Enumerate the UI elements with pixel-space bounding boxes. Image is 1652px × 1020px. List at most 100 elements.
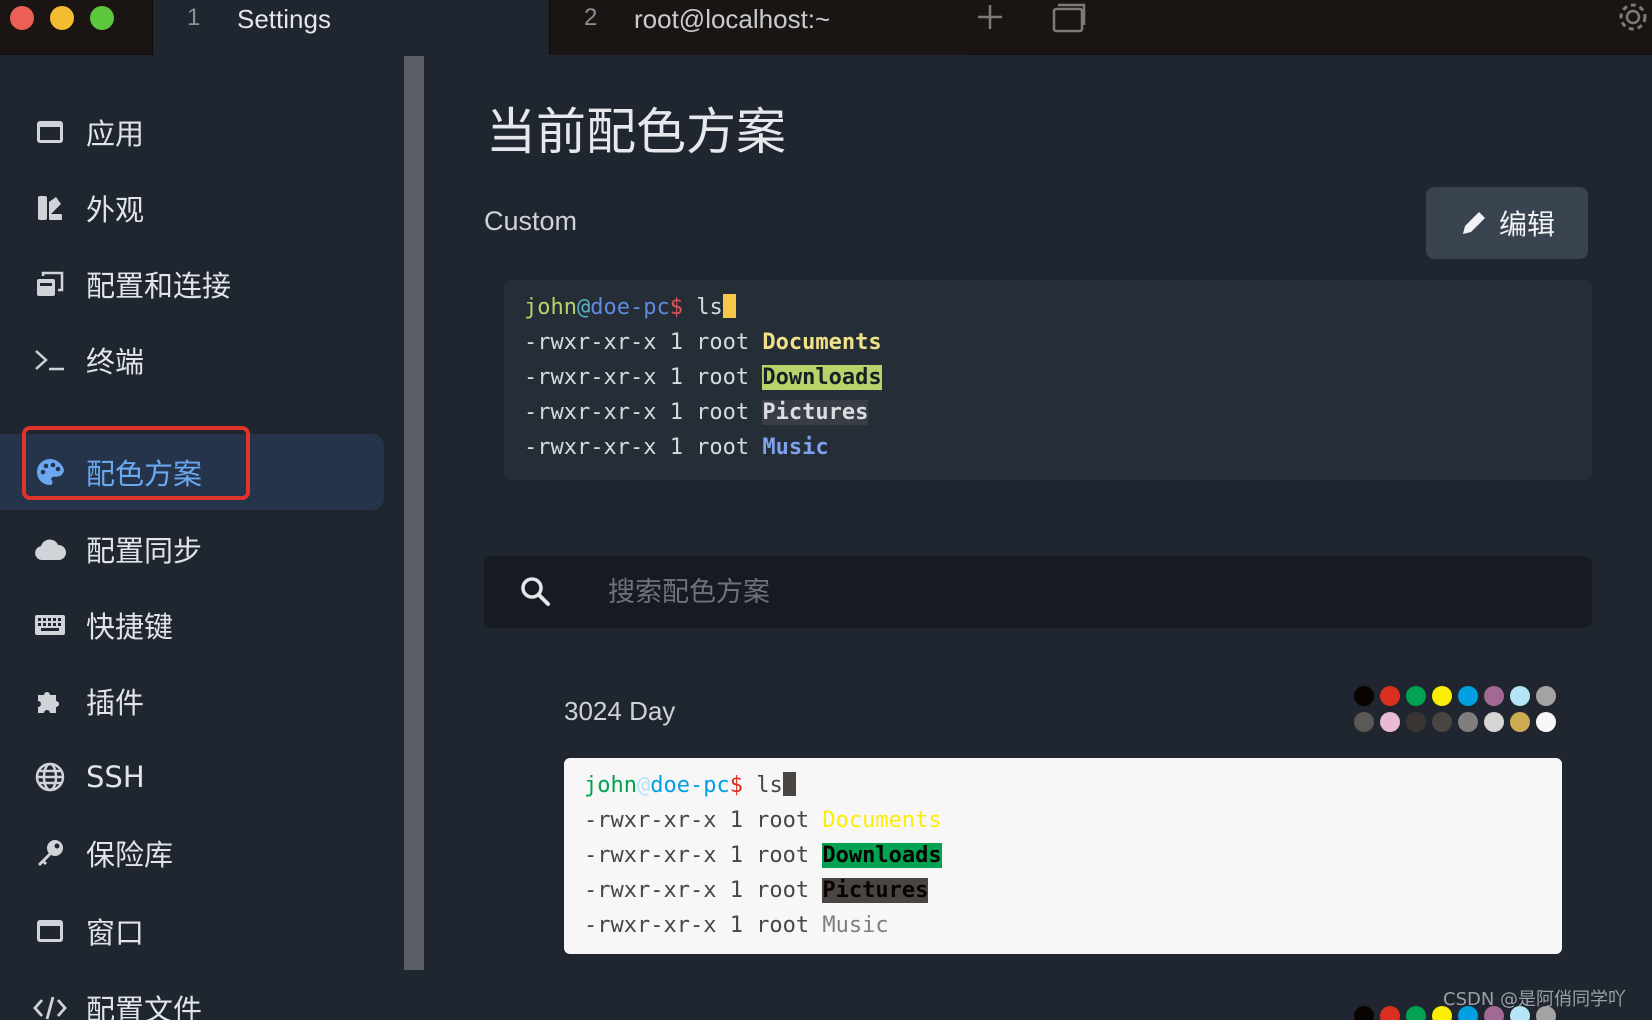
color-swatch bbox=[1354, 1006, 1374, 1020]
color-swatch bbox=[1484, 686, 1504, 706]
file-name: Music bbox=[822, 913, 889, 938]
scheme-search-bar bbox=[484, 556, 1592, 628]
tab-number: 1 bbox=[187, 4, 201, 31]
prompt-line: john@doe-pc$ ls bbox=[584, 768, 1542, 803]
color-swatch bbox=[1458, 712, 1478, 732]
current-scheme-name: Custom bbox=[484, 206, 578, 236]
keyboard-icon bbox=[32, 607, 68, 643]
sidebar-item-config-file[interactable]: 配置文件 bbox=[0, 970, 384, 1020]
prompt-user: john bbox=[524, 295, 577, 320]
close-window-button[interactable] bbox=[10, 6, 34, 30]
color-swatch bbox=[1380, 1006, 1400, 1020]
ls-line: -rwxr-xr-x 1 root Downloads bbox=[584, 838, 1542, 873]
pencil-icon bbox=[1462, 212, 1485, 234]
code-icon bbox=[32, 990, 68, 1020]
file-name: Downloads bbox=[822, 843, 942, 868]
window-icon bbox=[32, 114, 68, 150]
ls-line: -rwxr-xr-x 1 root Music bbox=[524, 430, 1572, 465]
prompt-dollar: $ bbox=[729, 773, 743, 798]
prompt-user: john bbox=[584, 773, 637, 798]
color-swatch bbox=[1458, 686, 1478, 706]
sidebar-item-vault[interactable]: 保险库 bbox=[0, 815, 384, 891]
file-perm: -rwxr-xr-x 1 root bbox=[584, 843, 823, 868]
file-name: Documents bbox=[762, 330, 882, 355]
key-icon bbox=[32, 835, 68, 871]
color-swatch bbox=[1406, 712, 1426, 732]
color-swatch bbox=[1432, 712, 1452, 732]
sidebar-item-label: SSH bbox=[86, 760, 145, 794]
prompt-host: doe-pc bbox=[590, 295, 670, 320]
watermark: CSDN @是阿俏同学吖 bbox=[1443, 989, 1627, 1010]
search-input[interactable] bbox=[608, 556, 1568, 628]
prompt-dollar: $ bbox=[669, 295, 683, 320]
sidebar-item-window[interactable]: 窗口 bbox=[0, 893, 384, 969]
sidebar-item-ssh[interactable]: SSH bbox=[0, 739, 384, 815]
sidebar-item-label: 插件 bbox=[86, 686, 145, 720]
color-swatch bbox=[1536, 712, 1556, 732]
sidebar-item-profiles[interactable]: 配置和连接 bbox=[0, 246, 384, 322]
color-swatch bbox=[1380, 686, 1400, 706]
tab-settings[interactable]: 1 Settings bbox=[152, 0, 550, 55]
sidebar-item-label: 配置和连接 bbox=[86, 269, 232, 303]
tab-label: root@localhost:~ bbox=[634, 4, 831, 34]
file-perm: -rwxr-xr-x 1 root bbox=[584, 913, 823, 938]
sidebar-item-application[interactable]: 应用 bbox=[0, 94, 384, 170]
cursor bbox=[722, 294, 736, 318]
sidebar-item-appearance[interactable]: 外观 bbox=[0, 170, 384, 246]
sidebar-item-label: 配置文件 bbox=[86, 993, 203, 1020]
windows-icon[interactable] bbox=[1052, 3, 1086, 39]
file-perm: -rwxr-xr-x 1 root bbox=[584, 808, 823, 833]
ls-line: -rwxr-xr-x 1 root Music bbox=[584, 908, 1542, 943]
new-tab-plus-icon[interactable] bbox=[975, 2, 1005, 38]
color-swatch bbox=[1406, 1006, 1426, 1020]
sidebar-item-hotkeys[interactable]: 快捷键 bbox=[0, 587, 384, 663]
tab-label: Settings bbox=[237, 4, 331, 34]
ls-line: -rwxr-xr-x 1 root Documents bbox=[584, 803, 1542, 838]
sidebar-item-terminal[interactable]: 终端 bbox=[0, 322, 384, 398]
prompt-at: @ bbox=[636, 773, 651, 798]
color-swatch bbox=[1510, 712, 1530, 732]
page-title: 当前配色方案 bbox=[486, 103, 786, 161]
color-swatch bbox=[1536, 686, 1556, 706]
profiles-icon bbox=[32, 266, 68, 302]
terminal-icon bbox=[32, 342, 68, 378]
color-swatch bbox=[1380, 712, 1400, 732]
cursor bbox=[782, 772, 796, 796]
file-perm: -rwxr-xr-x 1 root bbox=[524, 400, 763, 425]
color-swatch bbox=[1406, 686, 1426, 706]
sidebar-item-label: 终端 bbox=[86, 345, 145, 379]
window-icon bbox=[32, 913, 68, 949]
gear-icon[interactable] bbox=[1616, 0, 1650, 40]
minimize-window-button[interactable] bbox=[50, 6, 74, 30]
scheme-title[interactable]: 3024 Day bbox=[564, 696, 675, 727]
file-name: Downloads bbox=[762, 365, 882, 390]
sidebar-item-label: 外观 bbox=[86, 193, 145, 227]
tab-terminal[interactable]: 2 root@localhost:~ bbox=[550, 0, 970, 55]
sidebar-item-label: 快捷键 bbox=[86, 610, 174, 644]
appearance-icon bbox=[32, 190, 68, 226]
ls-line: -rwxr-xr-x 1 root Pictures bbox=[584, 873, 1542, 908]
sidebar-item-label: 窗口 bbox=[86, 916, 145, 950]
prompt-command: ls bbox=[742, 773, 783, 798]
color-swatch bbox=[1510, 686, 1530, 706]
annotation-highlight-box bbox=[22, 426, 250, 500]
prompt-line: john@doe-pc$ ls bbox=[524, 290, 1572, 325]
file-name: Pictures bbox=[762, 400, 869, 425]
sidebar-item-config-sync[interactable]: 配置同步 bbox=[0, 511, 384, 587]
edit-button[interactable]: 编辑 bbox=[1426, 187, 1588, 259]
search-icon bbox=[518, 574, 552, 612]
maximize-window-button[interactable] bbox=[90, 6, 114, 30]
tab-number: 2 bbox=[584, 4, 598, 31]
prompt-host: doe-pc bbox=[650, 773, 730, 798]
sidebar-scrollbar[interactable] bbox=[404, 56, 424, 970]
color-swatch bbox=[1354, 686, 1374, 706]
prompt-command: ls bbox=[682, 295, 723, 320]
sidebar-item-label: 配置同步 bbox=[86, 534, 203, 568]
globe-icon bbox=[32, 759, 68, 795]
sidebar-item-plugins[interactable]: 插件 bbox=[0, 663, 384, 739]
current-scheme-preview: john@doe-pc$ ls -rwxr-xr-x 1 root Docume… bbox=[504, 280, 1592, 480]
scheme-preview-3024-day[interactable]: john@doe-pc$ ls -rwxr-xr-x 1 root Docume… bbox=[564, 758, 1562, 954]
edit-button-label: 编辑 bbox=[1498, 208, 1555, 241]
file-perm: -rwxr-xr-x 1 root bbox=[524, 330, 763, 355]
title-bar: 1 Settings 2 root@localhost:~ bbox=[0, 0, 1652, 55]
